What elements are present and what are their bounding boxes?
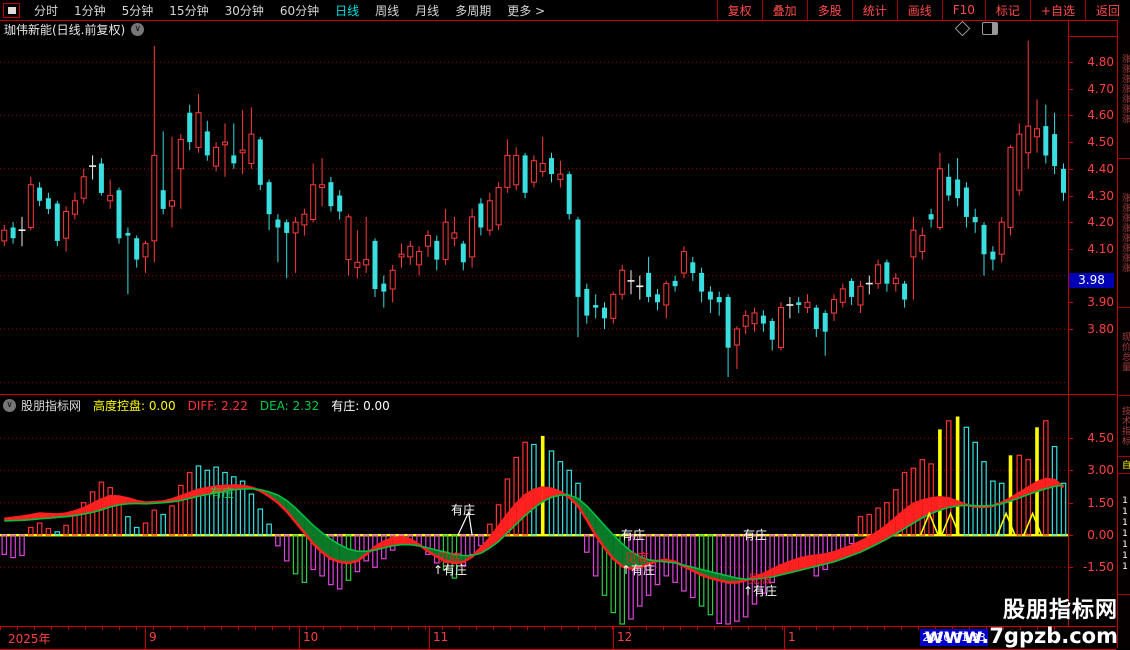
tab-更多 >[interactable]: 更多 > (499, 2, 553, 19)
month-label: 11 (433, 630, 449, 644)
price-label: 4.80 (1087, 55, 1114, 69)
tab-15分钟[interactable]: 15分钟 (161, 2, 216, 19)
tab-1分钟[interactable]: 1分钟 (66, 2, 114, 19)
indicator-field-高度控盘: 高度控盘: 0.00 (93, 398, 176, 413)
tab-60分钟[interactable]: 60分钟 (272, 2, 327, 19)
current-price-tag: 3.98 (1069, 273, 1114, 288)
strip-section[interactable]: 现价总量 (1118, 308, 1130, 396)
tab-周线[interactable]: 周线 (367, 2, 407, 19)
price-label: 4.60 (1087, 108, 1114, 122)
strip-section[interactable] (1118, 595, 1130, 650)
signal-label: 有庄 (743, 528, 768, 542)
period-tabs: 分时 1分钟 5分钟 15分钟 30分钟 60分钟 日线 周线 月线 多周期 更多 > (0, 0, 553, 20)
month-separator (613, 627, 614, 649)
stock-title: 珈伟新能(日线.前复权) (4, 22, 126, 37)
tab-5分钟[interactable]: 5分钟 (114, 2, 162, 19)
price-label: 4.40 (1087, 162, 1114, 176)
month-label: 10 (303, 630, 319, 644)
button-统计[interactable]: 统计 (851, 0, 897, 20)
strip-section[interactable]: 1111111 (1118, 474, 1130, 595)
signal-label: ↑有庄 (743, 584, 778, 598)
button-返回[interactable]: 返回 (1084, 0, 1130, 20)
indicator-source: 股朋指标网 (21, 398, 82, 413)
tab-30分钟[interactable]: 30分钟 (217, 2, 272, 19)
month-separator (299, 627, 300, 649)
watermark-site-name: 股朋指标网 (1002, 598, 1118, 623)
indicator-axis-label: 3.00 (1087, 463, 1114, 477)
indicator-header: ∨ 股朋指标网 高度控盘: 0.00 DIFF: 2.22 DEA: 2.32 有庄:… (0, 394, 1116, 415)
watermark: 股朋指标网 www.7gpzb.com (924, 592, 1118, 648)
signal-label: ↑有庄 (433, 563, 468, 577)
strip-section[interactable]: 涨涨涨涨涨涨涨 (1118, 20, 1130, 159)
signal-label: 有庄 (210, 486, 235, 500)
price-label: 4.50 (1087, 135, 1114, 149)
indicator-chart[interactable] (0, 415, 1068, 625)
indicator-axis-label: 0.00 (1087, 528, 1114, 542)
title-bar: 珈伟新能(日线.前复权) ∨ (0, 20, 1068, 37)
strip-section[interactable]: 涨涨涨涨涨涨涨涨 (1118, 159, 1130, 308)
indicator-field-有庄: 有庄: 0.00 (331, 398, 390, 413)
app-window: 分时 1分钟 5分钟 15分钟 30分钟 60分钟 日线 周线 月线 多周期 更多 > 复权 叠加 多股… (0, 0, 1130, 650)
price-label: 3.90 (1087, 295, 1114, 309)
tab-月线[interactable]: 月线 (407, 2, 447, 19)
month-label: 9 (149, 630, 157, 644)
month-label: 12 (617, 630, 633, 644)
indicator-field-DIFF: DIFF: 2.22 (187, 398, 248, 413)
price-label: 4.10 (1087, 242, 1114, 256)
split-panel-icon[interactable] (982, 22, 998, 35)
month-separator (145, 627, 146, 649)
button-+自选[interactable]: +自选 (1029, 0, 1085, 20)
signal-label: 有庄 (621, 528, 646, 542)
indicator-field-DEA: DEA: 2.32 (259, 398, 320, 413)
right-edge-strip[interactable]: 涨涨涨涨涨涨涨 涨涨涨涨涨涨涨涨 现价总量 技术指标自 1111111 (1117, 20, 1130, 648)
tab-日线[interactable]: 日线 (327, 2, 367, 19)
button-标记[interactable]: 标记 (984, 0, 1030, 20)
tab-多周期[interactable]: 多周期 (447, 2, 499, 19)
button-叠加[interactable]: 叠加 (761, 0, 807, 20)
watermark-url: www.7gpzb.com (924, 624, 1118, 648)
price-label: 4.30 (1087, 189, 1114, 203)
tab-分时[interactable]: 分时 (26, 2, 66, 19)
button-F10[interactable]: F10 (941, 0, 985, 20)
button-复权[interactable]: 复权 (716, 0, 762, 20)
window-icon[interactable] (3, 2, 20, 18)
top-toolbar: 分时 1分钟 5分钟 15分钟 30分钟 60分钟 日线 周线 月线 多周期 更多 > 复权 叠加 多股… (0, 0, 1130, 21)
chevron-down-icon[interactable]: ∨ (131, 22, 145, 36)
indicator-axis-label: 1.50 (1087, 496, 1114, 510)
month-separator (784, 627, 785, 649)
button-多股[interactable]: 多股 (806, 0, 852, 20)
price-label: 4.20 (1087, 215, 1114, 229)
signal-label: ↑有庄 (621, 563, 656, 577)
button-画线[interactable]: 画线 (896, 0, 942, 20)
price-label: 4.70 (1087, 82, 1114, 96)
month-separator (429, 627, 430, 649)
indicator-axis-label: 4.50 (1087, 431, 1114, 445)
month-label: 1 (788, 630, 796, 644)
axis-divider (1068, 20, 1069, 626)
year-label: 2025年 (8, 632, 51, 646)
signal-label: 有庄 (451, 503, 476, 517)
indicator-axis-label: -1.50 (1082, 560, 1114, 574)
price-label: 3.80 (1087, 322, 1114, 336)
action-buttons: 复权 叠加 多股 统计 画线 F10 标记 +自选 返回 (716, 0, 1130, 20)
strip-section[interactable]: 技术指标 (1118, 396, 1130, 457)
candlestick-chart[interactable] (0, 37, 1068, 393)
diamond-icon[interactable] (954, 20, 971, 37)
strip-section[interactable]: 自 (1118, 457, 1130, 474)
indicator-values: 高度控盘: 0.00 DIFF: 2.22 DEA: 2.32 有庄: 0.00 (81, 397, 390, 414)
collapse-icon[interactable]: ∨ (3, 398, 16, 412)
time-ticks (0, 627, 1068, 630)
